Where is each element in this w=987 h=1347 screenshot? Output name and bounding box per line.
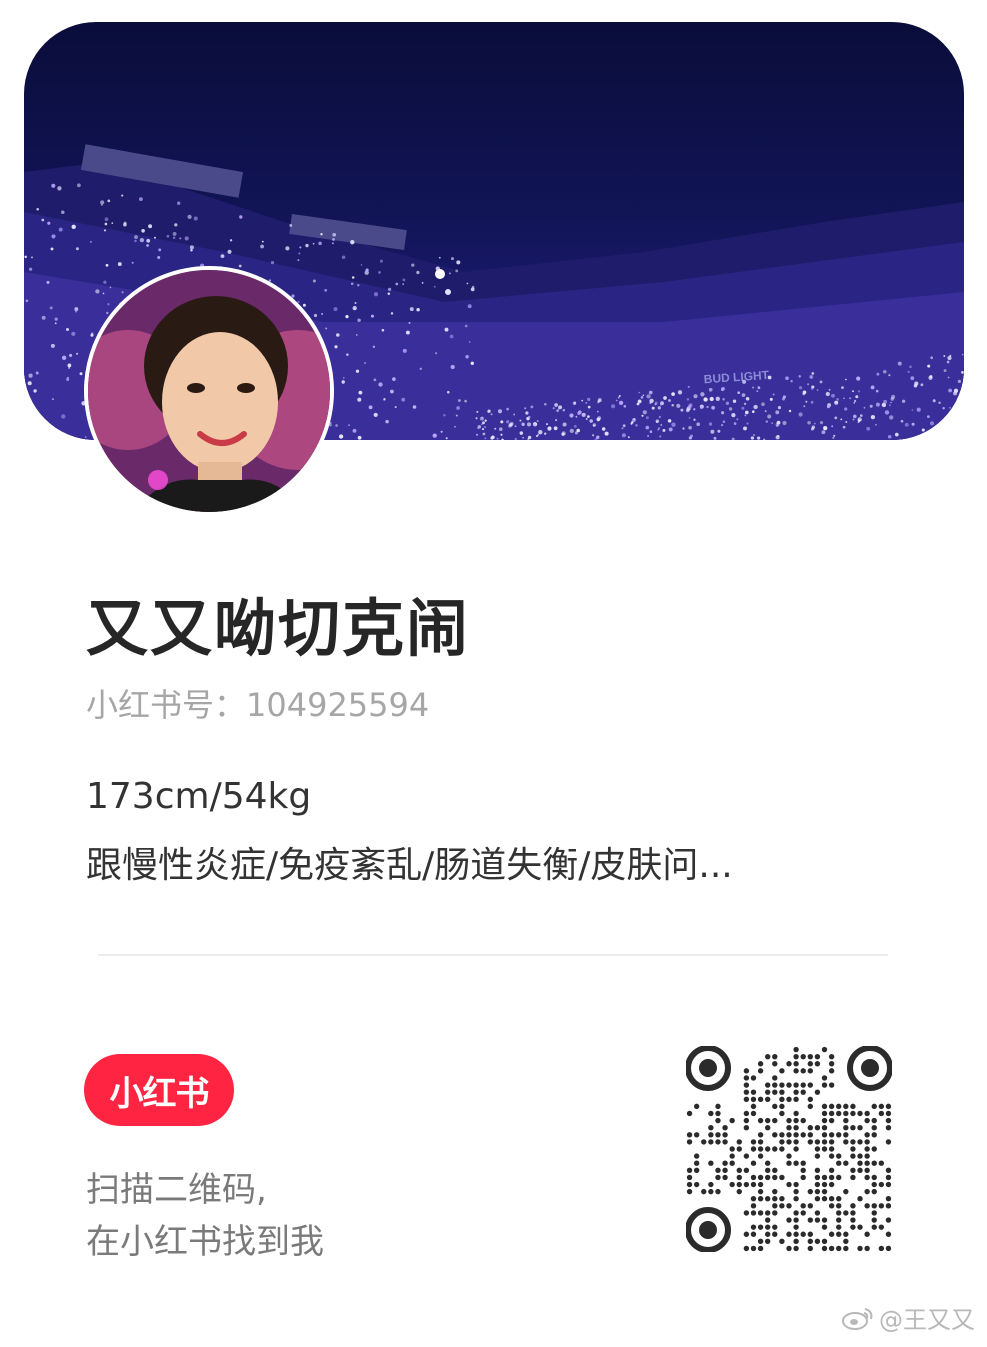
divider	[98, 954, 888, 956]
watermark: @王又又	[841, 1300, 975, 1335]
weibo-icon	[841, 1305, 875, 1331]
scan-instruction-line-1: 扫描二维码,	[86, 1170, 267, 1210]
xiaohongshu-id: 小红书号：104925594	[86, 686, 430, 724]
qr-code-icon[interactable]	[685, 1045, 893, 1253]
qr-finder-top-right	[847, 1045, 893, 1091]
bio-line-2: 跟慢性炎症/免疫紊乱/肠道失衡/皮肤问...	[86, 845, 733, 886]
xiaohongshu-logo: 小红书	[84, 1054, 234, 1126]
avatar[interactable]	[84, 266, 334, 516]
profile-card: BUD LIGHT 又又呦切克闹 小红书号：104925594 173cm/54…	[0, 0, 987, 1347]
scan-instruction-line-2: 在小红书找到我	[86, 1222, 324, 1262]
bio-line-1: 173cm/54kg	[86, 776, 312, 817]
brand-label: 小红书	[109, 1073, 210, 1114]
profile-nickname: 又又呦切克闹	[86, 592, 471, 665]
qr-finder-top-left	[685, 1045, 731, 1091]
watermark-text: @王又又	[879, 1306, 975, 1334]
qr-finder-bottom-left	[685, 1207, 731, 1253]
